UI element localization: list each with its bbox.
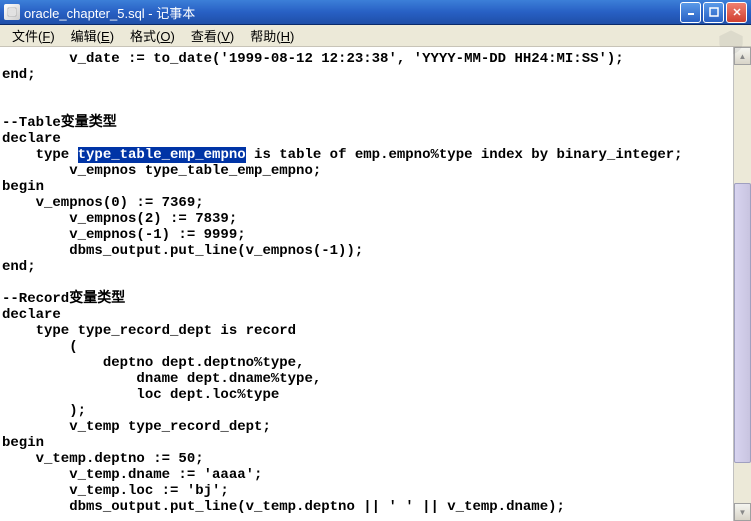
- code-line: --Record变量类型: [2, 291, 731, 307]
- code-line: type type_record_dept is record: [2, 323, 731, 339]
- scroll-thumb[interactable]: [734, 183, 751, 463]
- menu-view[interactable]: 查看(V): [183, 24, 242, 47]
- notepad-icon: [4, 4, 20, 20]
- menu-help[interactable]: 帮助(H): [242, 24, 302, 47]
- code-line: loc dept.loc%type: [2, 387, 731, 403]
- code-line: [2, 99, 731, 115]
- code-line: type type_table_emp_empno is table of em…: [2, 147, 731, 163]
- menubar: 文件(F) 编辑(E) 格式(O) 查看(V) 帮助(H): [0, 25, 751, 47]
- code-line: end;: [2, 259, 731, 275]
- menu-format[interactable]: 格式(O): [122, 24, 183, 47]
- code-line: declare: [2, 131, 731, 147]
- code-line: v_temp.loc := 'bj';: [2, 483, 731, 499]
- code-line: dname dept.dname%type,: [2, 371, 731, 387]
- code-line: declare: [2, 307, 731, 323]
- code-line: --Table变量类型: [2, 115, 731, 131]
- code-line: v_temp type_record_dept;: [2, 419, 731, 435]
- scroll-track[interactable]: [734, 65, 751, 503]
- window-title: oracle_chapter_5.sql - 记事本: [24, 3, 680, 22]
- text-selection: type_table_emp_empno: [78, 147, 246, 163]
- code-line: dbms_output.put_line(v_temp.deptno || ' …: [2, 499, 731, 515]
- code-line: v_empnos(2) := 7839;: [2, 211, 731, 227]
- code-line: v_empnos(0) := 7369;: [2, 195, 731, 211]
- scroll-up-button[interactable]: ▲: [734, 47, 751, 65]
- maximize-button[interactable]: [703, 2, 724, 23]
- code-line: end;: [2, 67, 731, 83]
- code-line: );: [2, 403, 731, 419]
- vertical-scrollbar: ▲ ▼: [733, 47, 751, 521]
- code-line: deptno dept.deptno%type,: [2, 355, 731, 371]
- code-line: v_temp.deptno := 50;: [2, 451, 731, 467]
- menu-file[interactable]: 文件(F): [4, 24, 63, 47]
- minimize-button[interactable]: [680, 2, 701, 23]
- code-line: [2, 83, 731, 99]
- code-line: v_temp.dname := 'aaaa';: [2, 467, 731, 483]
- code-line: v_date := to_date('1999-08-12 12:23:38',…: [2, 51, 731, 67]
- code-line: v_empnos type_table_emp_empno;: [2, 163, 731, 179]
- code-line: (: [2, 339, 731, 355]
- code-line: [2, 275, 731, 291]
- window-controls: [680, 2, 747, 23]
- code-line: dbms_output.put_line(v_empnos(-1));: [2, 243, 731, 259]
- menu-edit[interactable]: 编辑(E): [63, 24, 122, 47]
- scroll-down-button[interactable]: ▼: [734, 503, 751, 521]
- text-editor[interactable]: v_date := to_date('1999-08-12 12:23:38',…: [0, 47, 733, 521]
- titlebar: oracle_chapter_5.sql - 记事本: [0, 0, 751, 25]
- close-button[interactable]: [726, 2, 747, 23]
- code-line: v_empnos(-1) := 9999;: [2, 227, 731, 243]
- code-line: begin: [2, 435, 731, 451]
- code-line: begin: [2, 179, 731, 195]
- editor-wrap: v_date := to_date('1999-08-12 12:23:38',…: [0, 47, 751, 521]
